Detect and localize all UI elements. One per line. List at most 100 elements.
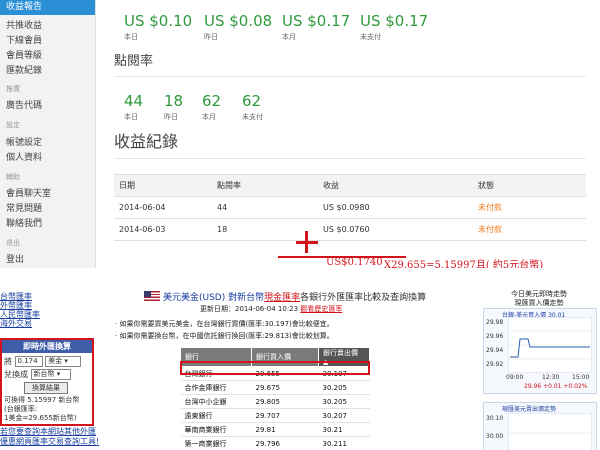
cell-bank: 遠東銀行 bbox=[180, 408, 252, 423]
stat-value: US $0.17 bbox=[282, 12, 351, 30]
sidebar-group-exit: 退出 bbox=[6, 239, 20, 247]
link-overseas-trade[interactable]: 海外交易 bbox=[0, 318, 32, 329]
history-rate-link[interactable]: 觀看歷史匯率 bbox=[300, 305, 342, 313]
sidebar-item-shared-earnings[interactable]: 共推收益 bbox=[6, 18, 42, 31]
sidebar-item-profile[interactable]: 個人資料 bbox=[6, 150, 42, 163]
cell-buy: 29.805 bbox=[251, 394, 319, 409]
buy-rate-chart: 台銀-美元買入價 30.01 29.98 29.96 29.94 29.92 0… bbox=[483, 308, 597, 394]
stat-month-earning: US $0.17 本月 bbox=[282, 12, 350, 42]
y-tick: 29.92 bbox=[486, 361, 504, 368]
sidebar-item-earnings-report[interactable]: 收益報告 bbox=[0, 0, 95, 15]
cell-bank: 合作金庫銀行 bbox=[180, 380, 252, 395]
from-currency-select[interactable]: 美金 ▾ bbox=[45, 356, 82, 367]
to-currency-select[interactable]: 新台幣 ▾ bbox=[30, 369, 71, 380]
highlight-box-annotation bbox=[180, 361, 370, 375]
stat-value: 62 bbox=[242, 92, 262, 110]
cell-buy: 29.81 bbox=[251, 422, 319, 437]
sidebar-item-account-settings[interactable]: 帳號設定 bbox=[6, 135, 42, 148]
stat-label: 未支付 bbox=[242, 113, 263, 121]
stat-yesterday-clicks: 18 昨日 bbox=[164, 92, 183, 122]
table-row: 2014-06-03 18 US $0.0760 未付款 bbox=[114, 218, 586, 241]
cell-sell: 30.205 bbox=[318, 394, 370, 409]
tip-sell: ‧ 如果你需要換台幣，在中國信託銀行換回(匯率:29.813)會比較划算。 bbox=[115, 332, 334, 340]
cell-sell: 30.211 bbox=[318, 436, 370, 450]
sell-rate-plot bbox=[508, 413, 592, 450]
stat-value: 62 bbox=[202, 92, 222, 110]
cell-status: 未付款 bbox=[473, 218, 586, 241]
stat-label: 本日 bbox=[124, 113, 138, 121]
cell-sell: 30.21 bbox=[318, 422, 370, 437]
cell-date: 2014-06-03 bbox=[114, 218, 212, 241]
updated-time: 更新日期：2014-06-04 10:23 觀看歷史匯率 bbox=[200, 305, 343, 313]
stat-value: US $0.08 bbox=[204, 12, 273, 30]
sidebar-item-remittance[interactable]: 匯款紀錄 bbox=[6, 63, 42, 76]
earnings-records-table: 日期 點閱率 收益 狀態 2014-06-04 44 US $0.0980 未付… bbox=[114, 174, 586, 241]
stat-month-clicks: 62 本月 bbox=[202, 92, 221, 122]
divider bbox=[114, 76, 586, 77]
tip-buy: ‧ 如果你需要買美元美金，在台灣銀行買價(匯率:30.197)會比較便宜。 bbox=[115, 320, 334, 328]
stat-value: 44 bbox=[124, 92, 144, 110]
cell-bank: 台灣中小企銀 bbox=[180, 394, 252, 409]
sidebar-item-faq[interactable]: 常見問題 bbox=[6, 201, 42, 214]
chart-subtitle: 現匯買入價走勢 bbox=[514, 299, 564, 307]
stat-label: 本月 bbox=[202, 113, 216, 121]
cell-status: 未付款 bbox=[473, 196, 586, 219]
amount-input[interactable]: 0.174 bbox=[14, 356, 43, 367]
cell-clicks: 44 bbox=[212, 196, 318, 219]
table-row: 台灣中小企銀 29.805 30.205 bbox=[180, 394, 370, 409]
y-tick: 29.98 bbox=[486, 319, 504, 326]
x-tick: 12:30 bbox=[542, 374, 560, 381]
cell-sell: 30.205 bbox=[318, 380, 370, 395]
divider bbox=[114, 158, 586, 159]
buy-rate-plot bbox=[508, 317, 592, 373]
stat-today-earning: US $0.10 本日 bbox=[124, 12, 192, 42]
x-tick: 15:00 bbox=[572, 374, 590, 381]
link-rate-tool[interactable]: 優惠網頁匯率交易查詢工具! bbox=[0, 436, 99, 447]
y-tick: 30.10 bbox=[486, 415, 504, 422]
cell-buy: 29.796 bbox=[251, 436, 319, 450]
stat-label: 昨日 bbox=[164, 113, 178, 121]
stat-unpaid-clicks: 62 未支付 bbox=[242, 92, 263, 122]
sidebar-item-logout[interactable]: 登出 bbox=[6, 252, 24, 265]
plus-sign-annotation bbox=[296, 241, 318, 244]
converter-title: 即時外匯換算 bbox=[2, 340, 92, 353]
sidebar-item-member-level[interactable]: 會員等級 bbox=[6, 48, 42, 61]
cell-bank: 第一商業銀行 bbox=[180, 436, 252, 450]
sidebar-group-help: 輔助 bbox=[6, 173, 20, 181]
stat-value: US $0.17 bbox=[360, 12, 429, 30]
cell-earning: US $0.0760 bbox=[318, 218, 473, 241]
stat-unpaid-earning: US $0.17 未支付 bbox=[360, 12, 428, 42]
sidebar-item-chatroom[interactable]: 會員聊天室 bbox=[6, 186, 51, 199]
table-row: 遠東銀行 29.707 30.207 bbox=[180, 408, 370, 423]
converter-target-row: 兌換成 新台幣 ▾ bbox=[4, 369, 71, 380]
records-title: 收益紀錄 bbox=[114, 132, 179, 151]
stat-label: 昨日 bbox=[204, 33, 218, 41]
to-label: 兌換成 bbox=[4, 370, 28, 379]
stat-value: 18 bbox=[164, 92, 184, 110]
sidebar-group-promotion: 推廣 bbox=[6, 85, 20, 93]
sidebar-item-ad-code[interactable]: 廣告代碼 bbox=[6, 98, 42, 111]
table-row: 2014-06-04 44 US $0.0980 未付款 bbox=[114, 196, 586, 219]
cash-rate-link[interactable]: 現金匯率 bbox=[264, 293, 300, 303]
sidebar-item-downline-members[interactable]: 下線會員 bbox=[6, 33, 42, 46]
cell-buy: 29.675 bbox=[251, 380, 319, 395]
stat-label: 本月 bbox=[282, 33, 296, 41]
sidebar-group-settings: 設定 bbox=[6, 121, 20, 129]
cell-bank: 華南商業銀行 bbox=[180, 422, 252, 437]
col-header-clicks: 點閱率 bbox=[212, 174, 318, 197]
convert-button[interactable]: 換算結果 bbox=[24, 382, 68, 394]
click-rate-title: 點閱率 bbox=[114, 54, 154, 69]
stat-value: US $0.10 bbox=[124, 12, 193, 30]
cell-earning: US $0.0980 bbox=[318, 196, 473, 219]
amount-prefix-label: 將 bbox=[4, 357, 12, 366]
page-title: 美元美金(USD) 對新台幣現金匯率各銀行外匯匯率比較及查詢換算 bbox=[163, 293, 427, 303]
y-tick: 30.00 bbox=[486, 433, 504, 440]
earnings-report-panel: 收益報告 共推收益 下線會員 會員等級 匯款紀錄 推廣 廣告代碼 設定 帳號設定… bbox=[0, 0, 600, 268]
cell-buy: 29.707 bbox=[251, 408, 319, 423]
col-header-earning: 收益 bbox=[318, 174, 473, 197]
col-header-date: 日期 bbox=[114, 174, 212, 197]
sidebar-item-contact[interactable]: 聯絡我們 bbox=[6, 216, 42, 229]
table-header-row: 日期 點閱率 收益 狀態 bbox=[114, 174, 586, 197]
sum-annotation: US$0.1740 bbox=[326, 257, 383, 268]
stat-today-clicks: 44 本日 bbox=[124, 92, 143, 122]
